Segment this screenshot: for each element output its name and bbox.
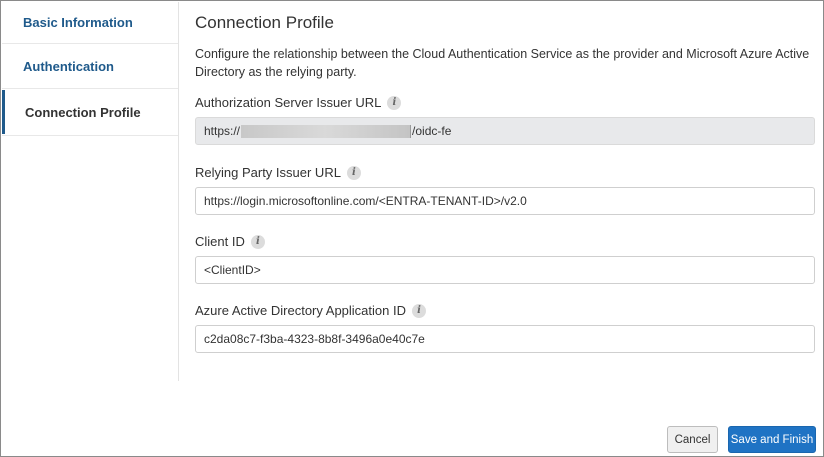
dialog-frame: Basic Information Authentication Connect…	[0, 0, 824, 457]
url-suffix: /oidc-fe	[412, 124, 452, 138]
azure-ad-application-id-field[interactable]: c2da08c7-f3ba-4323-8b8f-3496a0e40c7e	[195, 325, 815, 353]
relying-party-issuer-url-field[interactable]: https://login.microsoftonline.com/<ENTRA…	[195, 187, 815, 215]
page-description: Configure the relationship between the C…	[195, 47, 810, 79]
field-label-text: Authorization Server Issuer URL	[195, 95, 382, 110]
sidebar: Basic Information Authentication Connect…	[2, 2, 179, 381]
url-prefix: https://	[204, 124, 241, 138]
info-icon[interactable]: i	[411, 303, 426, 318]
page-title: Connection Profile	[195, 13, 334, 32]
cancel-button[interactable]: Cancel	[667, 426, 718, 453]
field-value: c2da08c7-f3ba-4323-8b8f-3496a0e40c7e	[204, 332, 425, 346]
field-label-text: Azure Active Directory Application ID	[195, 303, 406, 318]
field-label-text: Client ID	[195, 234, 245, 249]
client-id-label: Client ID i	[195, 234, 265, 249]
save-and-finish-button[interactable]: Save and Finish	[728, 426, 816, 453]
sidebar-item-authentication[interactable]: Authentication	[2, 45, 178, 89]
azure-ad-application-id-label: Azure Active Directory Application ID i	[195, 303, 426, 318]
field-value: <ClientID>	[204, 263, 261, 277]
info-icon[interactable]: i	[250, 234, 265, 249]
relying-party-issuer-url-label: Relying Party Issuer URL i	[195, 165, 361, 180]
info-icon[interactable]: i	[387, 95, 402, 110]
sidebar-item-connection-profile[interactable]: Connection Profile	[2, 90, 178, 134]
sidebar-item-basic-information[interactable]: Basic Information	[2, 2, 178, 44]
info-icon[interactable]: i	[346, 165, 361, 180]
sidebar-divider	[2, 135, 178, 136]
sidebar-item-label: Basic Information	[23, 15, 133, 30]
sidebar-item-label: Authentication	[23, 59, 114, 74]
redacted-block	[241, 124, 412, 138]
sidebar-item-label: Connection Profile	[25, 104, 141, 120]
authorization-server-issuer-url-label: Authorization Server Issuer URL i	[195, 95, 402, 110]
field-value: https://login.microsoftonline.com/<ENTRA…	[204, 194, 527, 208]
authorization-server-issuer-url-field: https:// /oidc-fe	[195, 117, 815, 145]
field-label-text: Relying Party Issuer URL	[195, 165, 341, 180]
client-id-field[interactable]: <ClientID>	[195, 256, 815, 284]
